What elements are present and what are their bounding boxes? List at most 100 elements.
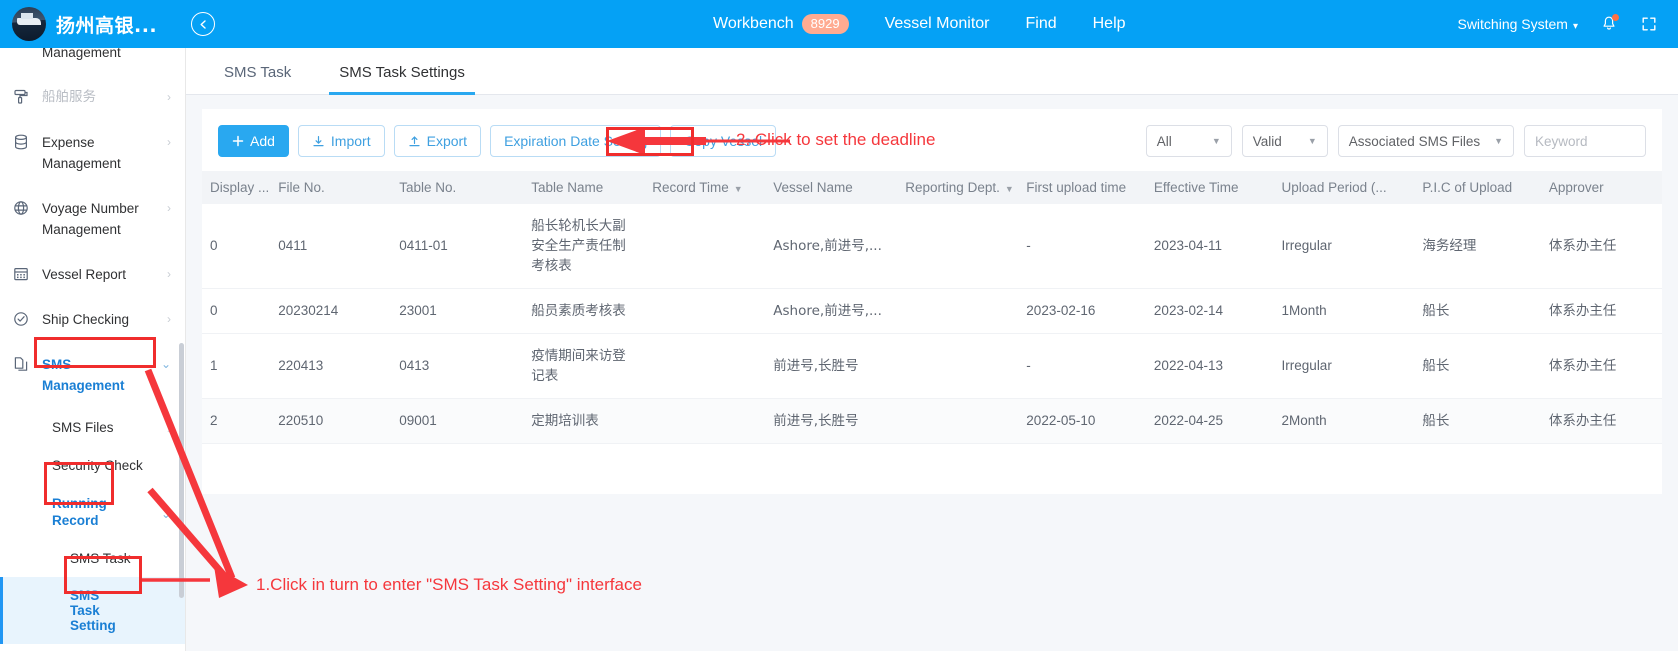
- column-header-first-upload-time[interactable]: First upload time: [1018, 171, 1146, 204]
- collapse-left-icon[interactable]: [191, 12, 215, 36]
- chevron-down-icon: ▼: [1307, 136, 1317, 146]
- chevron-right-icon: ›: [167, 135, 171, 149]
- sidebar-item-expense-management[interactable]: Expense Management ›: [0, 120, 185, 186]
- export-button-label: Export: [426, 133, 468, 149]
- sidebar-label-expense-management: Expense Management: [42, 135, 121, 171]
- roller-icon: [12, 88, 32, 106]
- add-button[interactable]: Add: [218, 125, 289, 157]
- upload-icon: [408, 135, 421, 148]
- chevron-right-icon: ›: [167, 312, 171, 326]
- status-select[interactable]: Valid ▼: [1241, 125, 1328, 157]
- table-header-row: Display ... File No. Table No. Table Nam…: [202, 171, 1662, 204]
- sidebar-item-management-cutoff[interactable]: Management: [0, 48, 185, 75]
- expiration-date-setting-button[interactable]: Expiration Date Setting: [490, 125, 662, 157]
- keyword-search-input[interactable]: [1524, 125, 1646, 157]
- sidebar-item-sms-files[interactable]: SMS Files ›: [0, 408, 185, 447]
- chevron-down-icon: ⌄: [160, 506, 171, 521]
- sidebar-label-ship-checking: Ship Checking: [42, 312, 130, 327]
- switching-system-label: Switching System: [1457, 16, 1568, 32]
- filter-group: All ▼ Valid ▼ Associated SMS Files ▼: [1145, 125, 1646, 157]
- nav-item-help[interactable]: Help: [1093, 15, 1126, 33]
- scope-select[interactable]: All ▼: [1145, 125, 1232, 157]
- main-nav: Workbench 8929 Vessel Monitor Find Help: [713, 14, 1126, 34]
- brand: 扬州高银...: [0, 7, 185, 41]
- cell-first-upload-time: 2022-05-10: [1018, 398, 1146, 444]
- cell-approver: 体系办主任: [1540, 288, 1662, 334]
- sidebar-label-running-record: Running Record: [52, 496, 107, 528]
- cell-pic-of-upload: 船长: [1414, 333, 1541, 399]
- cell-table-no: 0411-01: [391, 204, 524, 289]
- column-header-pic-of-upload[interactable]: P.I.C of Upload: [1414, 171, 1541, 204]
- cell-upload-period: 1Month: [1273, 288, 1415, 334]
- table-row[interactable]: 0 0411 0411-01 船长轮机长大副安全生产责任制考核表 Ashore,…: [202, 204, 1662, 289]
- column-header-vessel-name[interactable]: Vessel Name: [765, 171, 898, 204]
- nav-item-find[interactable]: Find: [1026, 15, 1057, 33]
- sidebar-item-security-check[interactable]: Security Check: [0, 447, 185, 484]
- import-button-label: Import: [330, 133, 371, 149]
- column-header-approver[interactable]: Approver: [1540, 171, 1662, 204]
- cell-pic-of-upload: 船长: [1414, 288, 1541, 334]
- association-select[interactable]: Associated SMS Files ▼: [1337, 125, 1514, 157]
- tab-sms-task-settings[interactable]: SMS Task Settings: [329, 48, 475, 95]
- cell-pic-of-upload: 海务经理: [1414, 204, 1541, 289]
- sidebar-item-vessel-report[interactable]: Vessel Report ›: [0, 252, 185, 297]
- download-icon: [312, 135, 325, 148]
- cell-display: 2: [202, 398, 271, 444]
- cell-approver: 体系办主任: [1540, 398, 1662, 444]
- cell-reporting-dept: [897, 398, 1019, 444]
- sort-descending-icon[interactable]: ▼: [1005, 184, 1014, 194]
- cell-file-no: 220510: [270, 398, 392, 444]
- sidebar-label-vessel-report: Vessel Report: [42, 267, 127, 282]
- nav-item-vessel-monitor[interactable]: Vessel Monitor: [885, 15, 990, 33]
- cell-display: 1: [202, 333, 271, 399]
- sidebar-item-sms-management[interactable]: SMS Management ⌄: [0, 342, 185, 408]
- column-header-record-time[interactable]: Record Time ▼: [644, 171, 766, 204]
- cell-reporting-dept: [897, 288, 1019, 334]
- chevron-down-icon: ▼: [1494, 136, 1503, 146]
- sidebar-item-sms-task[interactable]: SMS Task: [0, 540, 185, 577]
- content-panel: Add Import Export Expiration Date Settin…: [202, 109, 1662, 494]
- table-row[interactable]: 1 220413 0413 疫情期间来访登记表 前进号,长胜号 - 2022-0…: [202, 333, 1662, 399]
- export-button[interactable]: Export: [393, 125, 482, 157]
- nav-item-workbench[interactable]: Workbench 8929: [713, 14, 849, 34]
- column-header-file-no[interactable]: File No.: [270, 171, 392, 204]
- nav-label-workbench: Workbench: [713, 15, 794, 32]
- switching-system-button[interactable]: Switching System ▾: [1457, 16, 1578, 32]
- sidebar-item-running-record[interactable]: Running Record ⌄: [0, 484, 185, 540]
- sms-task-settings-table: Display ... File No. Table No. Table Nam…: [202, 171, 1662, 444]
- sidebar-item-voyage-number-management[interactable]: Voyage Number Management ›: [0, 186, 185, 252]
- bell-icon[interactable]: [1600, 14, 1619, 33]
- column-header-reporting-dept-label: Reporting Dept.: [905, 180, 1000, 195]
- sidebar-item-sms-task-setting[interactable]: SMS Task Setting: [0, 577, 185, 644]
- column-header-table-no[interactable]: Table No.: [391, 171, 524, 204]
- cell-vessel-name: 前进号,长胜号: [765, 333, 898, 399]
- column-header-upload-period[interactable]: Upload Period (...: [1273, 171, 1415, 204]
- sidebar-item-ship-service[interactable]: 船舶服务 ›: [0, 75, 185, 120]
- sidebar-label-sms-task-setting: SMS Task Setting: [70, 588, 116, 633]
- cell-record-time: [644, 398, 766, 444]
- sidebar-label-sms-management: SMS Management: [42, 357, 125, 393]
- cell-display: 0: [202, 204, 271, 289]
- add-button-label: Add: [250, 133, 275, 149]
- annotation-step1-text: 1.Click in turn to enter "SMS Task Setti…: [256, 575, 642, 594]
- sidebar-scrollbar[interactable]: [179, 343, 184, 598]
- column-header-effective-time[interactable]: Effective Time: [1145, 171, 1274, 204]
- fullscreen-expand-icon[interactable]: [1640, 15, 1658, 33]
- sidebar-item-ship-checking[interactable]: Ship Checking ›: [0, 297, 185, 342]
- column-header-table-name[interactable]: Table Name: [523, 171, 645, 204]
- table-row[interactable]: 0 20230214 23001 船员素质考核表 Ashore,前进号,... …: [202, 288, 1662, 334]
- status-select-value: Valid: [1252, 133, 1282, 149]
- column-header-display[interactable]: Display ...: [202, 171, 271, 204]
- cell-display: 0: [202, 288, 271, 334]
- table-row[interactable]: 2 220510 09001 定期培训表 前进号,长胜号 2022-05-10 …: [202, 398, 1662, 444]
- cell-record-time: [644, 333, 766, 399]
- sidebar-scroll-area: Management 船舶服务 › Expense Management › V…: [0, 48, 185, 644]
- column-header-reporting-dept[interactable]: Reporting Dept. ▼: [897, 171, 1019, 204]
- sort-descending-icon[interactable]: ▼: [734, 184, 743, 194]
- cell-file-no: 0411: [270, 204, 392, 289]
- import-button[interactable]: Import: [297, 125, 385, 157]
- plus-icon: [232, 135, 244, 147]
- cell-table-name: 定期培训表: [523, 398, 645, 444]
- tab-sms-task[interactable]: SMS Task: [214, 48, 301, 95]
- sidebar-label-security-check: Security Check: [52, 458, 143, 473]
